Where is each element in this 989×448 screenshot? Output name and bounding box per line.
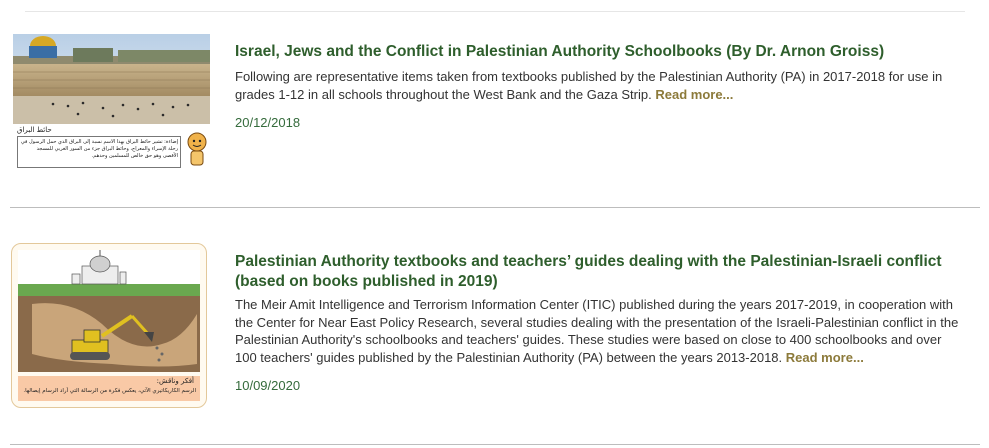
article-divider [10, 444, 980, 445]
read-more-link[interactable]: Read more... [655, 87, 733, 102]
excerpt-text: Following are representative items taken… [235, 69, 943, 102]
article-divider [10, 207, 980, 208]
article-thumbnail[interactable]: حائط البراق إضاءة: تشير حائط البراق بهذا… [13, 34, 210, 172]
article-date: 20/12/2018 [235, 115, 301, 130]
article-thumbnail[interactable]: أفكر وناقش: الرسم الكاريكاتيري الآتي، يع… [11, 243, 207, 408]
article-title-link[interactable]: Israel, Jews and the Conflict in Palesti… [235, 43, 884, 60]
top-divider [25, 11, 965, 12]
article-title-link[interactable]: Palestinian Authority textbooks and teac… [235, 253, 942, 290]
article-title: Israel, Jews and the Conflict in Palesti… [235, 42, 965, 62]
caption-text: الرسم الكاريكاتيري الآتي، يعكس فكرة من ا… [23, 388, 196, 394]
article-date: 10/09/2020 [235, 378, 301, 393]
caption-label: أفكر وناقش: [156, 377, 194, 385]
article-excerpt: Following are representative items taken… [235, 68, 965, 103]
cartoon-character-icon [187, 132, 207, 166]
read-more-link[interactable]: Read more... [786, 350, 864, 365]
article-excerpt: The Meir Amit Intelligence and Terrorism… [235, 296, 965, 366]
article-title: Palestinian Authority textbooks and teac… [235, 252, 965, 292]
caption-box: إضاءة: تشير حائط البراق بهذا الاسم نسبة … [17, 136, 181, 168]
caption-label: حائط البراق [17, 126, 52, 134]
caption-text: إضاءة: تشير حائط البراق بهذا الاسم نسبة … [20, 139, 178, 159]
